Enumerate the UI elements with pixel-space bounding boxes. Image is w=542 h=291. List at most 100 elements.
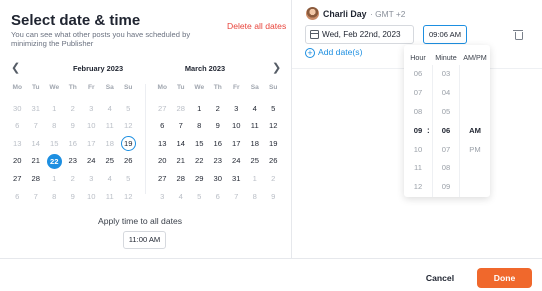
time-field[interactable]: 09:06 AM bbox=[423, 25, 467, 44]
page-subtitle: You can see what other posts you have sc… bbox=[11, 30, 191, 48]
ampm-option[interactable]: AM bbox=[461, 122, 489, 141]
calendar-day[interactable]: 7 bbox=[172, 117, 191, 135]
calendar-day[interactable]: 27 bbox=[8, 170, 27, 188]
minute-option[interactable]: 06 bbox=[433, 122, 459, 141]
ampm-option[interactable] bbox=[461, 84, 489, 103]
calendar-day[interactable]: 12 bbox=[264, 117, 283, 135]
calendar-day[interactable]: 18 bbox=[246, 135, 265, 153]
hour-option[interactable]: 08 bbox=[404, 103, 432, 122]
today-day[interactable]: 19 bbox=[119, 135, 138, 153]
calendar-day[interactable]: 27 bbox=[153, 170, 172, 188]
day-number: 15 bbox=[50, 138, 59, 148]
calendar-day[interactable]: 20 bbox=[153, 152, 172, 170]
apply-time-field[interactable]: 11:00 AM bbox=[123, 231, 166, 249]
calendar-day[interactable]: 10 bbox=[227, 117, 246, 135]
calendar-day: 7 bbox=[27, 188, 46, 206]
calendar-day[interactable]: 26 bbox=[264, 152, 283, 170]
calendar-day[interactable]: 24 bbox=[227, 152, 246, 170]
calendar-day: 28 bbox=[172, 100, 191, 118]
ampm-option[interactable] bbox=[461, 65, 489, 84]
calendar-day[interactable]: 6 bbox=[153, 117, 172, 135]
calendar-day[interactable]: 28 bbox=[27, 170, 46, 188]
ampm-option[interactable]: PM bbox=[461, 141, 489, 160]
day-number: 22 bbox=[46, 153, 62, 169]
ampm-option[interactable] bbox=[461, 159, 489, 178]
calendar-day[interactable]: 28 bbox=[172, 170, 191, 188]
calendar-day[interactable]: 21 bbox=[172, 152, 191, 170]
selected-day[interactable]: 22 bbox=[45, 152, 64, 170]
minute-option[interactable]: 07 bbox=[433, 141, 459, 160]
day-number: 9 bbox=[271, 191, 276, 201]
chevron-left-icon[interactable]: ❮ bbox=[11, 62, 20, 74]
calendar-day[interactable]: 26 bbox=[119, 152, 138, 170]
calendar-day[interactable]: 1 bbox=[190, 100, 209, 118]
weekday-label: Mo bbox=[12, 84, 23, 91]
calendar-day[interactable]: 25 bbox=[246, 152, 265, 170]
calendar-day[interactable]: 17 bbox=[227, 135, 246, 153]
day-number: 2 bbox=[70, 103, 75, 113]
day-number: 5 bbox=[271, 103, 276, 113]
minute-option[interactable]: 05 bbox=[433, 103, 459, 122]
calendar-day: 2 bbox=[264, 170, 283, 188]
date-field[interactable]: Wed, Feb 22nd, 2023 bbox=[305, 25, 414, 44]
minute-option[interactable]: 04 bbox=[433, 84, 459, 103]
chevron-right-icon[interactable]: ❯ bbox=[272, 62, 281, 74]
day-number: 3 bbox=[89, 103, 94, 113]
calendar-day[interactable]: 14 bbox=[172, 135, 191, 153]
day-number: 10 bbox=[87, 191, 96, 201]
calendar-day[interactable]: 30 bbox=[209, 170, 228, 188]
minute-option[interactable]: 09 bbox=[433, 178, 459, 197]
hour-option[interactable]: 07 bbox=[404, 84, 432, 103]
calendar-day: 14 bbox=[27, 135, 46, 153]
day-number: 5 bbox=[126, 103, 131, 113]
calendar-day[interactable]: 23 bbox=[209, 152, 228, 170]
ampm-option[interactable] bbox=[461, 103, 489, 122]
minute-option[interactable]: 03 bbox=[433, 65, 459, 84]
calendar-day[interactable]: 4 bbox=[246, 100, 265, 118]
calendar-day[interactable]: 24 bbox=[82, 152, 101, 170]
ampm-column[interactable]: AM PM bbox=[461, 65, 489, 197]
day-number: 12 bbox=[269, 121, 278, 131]
hour-option[interactable]: 06 bbox=[404, 65, 432, 84]
calendar-day[interactable]: 5 bbox=[264, 100, 283, 118]
weekday-label: Th bbox=[68, 84, 77, 91]
minute-option[interactable]: 08 bbox=[433, 159, 459, 178]
hour-option[interactable]: 12 bbox=[404, 178, 432, 197]
day-number: 27 bbox=[158, 173, 167, 183]
calendar-day[interactable]: 9 bbox=[209, 117, 228, 135]
trash-icon[interactable] bbox=[513, 30, 523, 40]
minute-header: Minute bbox=[435, 53, 457, 62]
calendar-day[interactable]: 20 bbox=[8, 152, 27, 170]
ampm-option[interactable] bbox=[461, 178, 489, 197]
delete-all-dates-link[interactable]: Delete all dates bbox=[227, 21, 286, 31]
calendar-day: 1 bbox=[45, 100, 64, 118]
add-date-button[interactable]: + Add date(s) bbox=[305, 47, 362, 58]
calendar-day[interactable]: 13 bbox=[153, 135, 172, 153]
calendar-day[interactable]: 23 bbox=[64, 152, 83, 170]
cancel-button[interactable]: Cancel bbox=[418, 269, 462, 287]
calendar-day[interactable]: 31 bbox=[227, 170, 246, 188]
calendar-day: 31 bbox=[27, 100, 46, 118]
calendar-day[interactable]: 3 bbox=[227, 100, 246, 118]
calendar-day[interactable]: 21 bbox=[27, 152, 46, 170]
calendar-day[interactable]: 29 bbox=[190, 170, 209, 188]
done-button[interactable]: Done bbox=[477, 268, 532, 288]
day-number: 6 bbox=[215, 191, 220, 201]
calendar-day[interactable]: 22 bbox=[190, 152, 209, 170]
calendar-day[interactable]: 16 bbox=[209, 135, 228, 153]
calendar-day[interactable]: 2 bbox=[209, 100, 228, 118]
minute-column[interactable]: 03 04 05 06 07 08 09 bbox=[432, 65, 460, 197]
day-number: 1 bbox=[52, 103, 57, 113]
hour-option[interactable]: 10 bbox=[404, 141, 432, 160]
calendar-day[interactable]: 11 bbox=[246, 117, 265, 135]
calendar-day[interactable]: 25 bbox=[101, 152, 120, 170]
calendar-day[interactable]: 19 bbox=[264, 135, 283, 153]
calendar-day[interactable]: 8 bbox=[190, 117, 209, 135]
day-number: 11 bbox=[250, 121, 259, 131]
day-number: 30 bbox=[13, 103, 22, 113]
calendar-day: 4 bbox=[101, 170, 120, 188]
day-number: 28 bbox=[176, 103, 185, 113]
hour-option[interactable]: 11 bbox=[404, 159, 432, 178]
day-number: 18 bbox=[250, 138, 259, 148]
calendar-day[interactable]: 15 bbox=[190, 135, 209, 153]
